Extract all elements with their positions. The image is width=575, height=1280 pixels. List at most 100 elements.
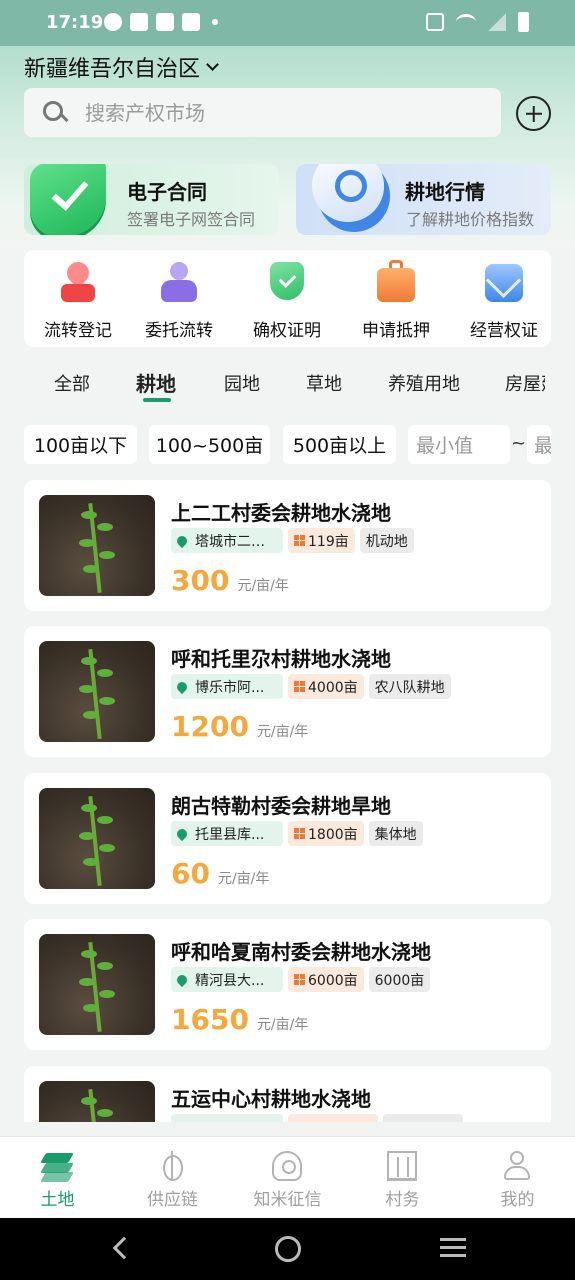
area-tag: 1800亩 <box>288 821 364 846</box>
layers-icon <box>40 1151 74 1182</box>
e-contract-card[interactable]: 电子合同 签署电子网签合同 <box>24 164 279 235</box>
filter-chip-100-500[interactable]: 100~500亩 <box>149 425 270 464</box>
farmland-photo <box>39 495 155 596</box>
grid-icon <box>294 974 305 985</box>
service-mortgage-application[interactable]: 申请抵押 <box>346 260 446 344</box>
nav-label: 知米征信 <box>253 1190 322 1210</box>
listing-title: 上二工村委会耕地水浇地 <box>171 501 391 525</box>
tab-buildings[interactable]: 房屋建筑 <box>505 370 545 396</box>
location-tag: 博乐市阿... <box>171 674 283 699</box>
nav-label: 我的 <box>500 1190 535 1210</box>
mail-notification-icon <box>182 13 200 31</box>
listing-tags: 托里县库... 1800亩 集体地 <box>171 821 423 846</box>
nav-credit[interactable]: 知米征信 <box>230 1151 345 1211</box>
nav-supply-chain[interactable]: 供应链 <box>115 1151 230 1211</box>
search-icon <box>43 100 67 125</box>
listing-card[interactable]: 呼和托里尕村耕地水浇地 博乐市阿... 4000亩 农八队耕地 1200 元/亩… <box>24 626 551 757</box>
price-unit: 元/亩/年 <box>237 578 289 594</box>
service-transfer-registration[interactable]: 流转登记 <box>28 257 128 344</box>
user-icon <box>502 1151 532 1181</box>
wheat-icon <box>163 1151 187 1181</box>
price-row: 300 元/亩/年 <box>171 564 289 597</box>
envelope-icon <box>485 260 523 306</box>
farmland-market-card[interactable]: 耕地行情 了解耕地价格指数 <box>296 164 551 235</box>
location-pin-icon <box>174 972 190 987</box>
chevron-down-icon <box>206 57 219 71</box>
location-tag <box>171 1114 283 1122</box>
search-input[interactable] <box>85 100 465 125</box>
mail-notification-icon <box>130 13 148 31</box>
tab-all[interactable]: 全部 <box>54 370 90 396</box>
feature-subtitle: 了解耕地价格指数 <box>406 210 535 229</box>
listing-card[interactable]: 呼和哈夏南村委会耕地水浇地 精河县大... 6000亩 6000亩 1650 元… <box>24 919 551 1050</box>
wifi-icon <box>456 14 476 30</box>
service-ownership-certificate[interactable]: 确权证明 <box>237 260 337 344</box>
app-notification-icon <box>104 13 122 31</box>
briefcase-icon <box>377 260 415 306</box>
location-tag: 托里县库... <box>171 821 283 846</box>
service-label: 申请抵押 <box>362 321 430 341</box>
status-bar: 17:19 <box>0 0 575 46</box>
max-area-input[interactable]: 最大值 <box>527 425 551 464</box>
nav-village-affairs[interactable]: 村务 <box>345 1151 460 1211</box>
listing-list: 上二工村委会耕地水浇地 塔城市二工镇 119亩 机动地 300 元/亩/年 呼和… <box>0 478 575 1122</box>
home-icon[interactable] <box>275 1236 301 1262</box>
location-pin-icon <box>174 826 190 841</box>
farmland-photo <box>39 641 155 742</box>
min-area-input[interactable]: 最小值 <box>408 425 510 464</box>
back-icon[interactable] <box>112 1236 136 1260</box>
region-selector[interactable]: 新疆维吾尔自治区 <box>24 51 219 83</box>
listing-card[interactable]: 朗古特勒村委会耕地旱地 托里县库... 1800亩 集体地 60 元/亩/年 <box>24 773 551 904</box>
area-tag: 4000亩 <box>288 674 364 699</box>
nav-land[interactable]: 土地 <box>0 1151 115 1211</box>
price-row: 60 元/亩/年 <box>171 857 269 890</box>
listing-price: 60 <box>171 857 210 890</box>
mail-notification-icon <box>156 13 174 31</box>
service-label: 流转登记 <box>44 321 112 341</box>
feature-title: 电子合同 <box>127 180 207 204</box>
location-pin-icon <box>59 257 97 306</box>
listing-card[interactable]: 上二工村委会耕地水浇地 塔城市二工镇 119亩 机动地 300 元/亩/年 <box>24 480 551 611</box>
price-unit: 元/亩/年 <box>217 871 270 887</box>
disk-icon <box>302 164 396 235</box>
tab-farmland[interactable]: 耕地 <box>136 368 176 397</box>
price-row: 1200 元/亩/年 <box>171 710 308 743</box>
listing-card[interactable]: 五运中心村耕地水浇地 <box>24 1066 551 1122</box>
farmland-photo <box>39 934 155 1035</box>
service-operation-certificate[interactable]: 经营权证 <box>454 260 554 344</box>
location-tag: 塔城市二工镇 <box>171 528 283 553</box>
tab-grassland[interactable]: 草地 <box>306 370 342 396</box>
listing-price: 1650 <box>171 1003 249 1036</box>
system-navigation-bar <box>0 1218 575 1280</box>
service-entrusted-transfer[interactable]: 委托流转 <box>129 260 229 344</box>
price-row: 1650 元/亩/年 <box>171 1003 308 1036</box>
area-tag: 6000亩 <box>288 967 364 992</box>
location-pin-icon <box>174 679 190 694</box>
service-label: 确权证明 <box>253 321 321 341</box>
listing-tags: 塔城市二工镇 119亩 机动地 <box>171 528 414 553</box>
more-notifications-icon <box>212 19 218 25</box>
service-grid: 流转登记 委托流转 确权证明 申请抵押 经营权证 <box>24 250 551 347</box>
nav-label: 供应链 <box>147 1190 198 1210</box>
nav-label: 土地 <box>40 1190 75 1210</box>
filter-chip-under-100[interactable]: 100亩以下 <box>24 425 137 464</box>
region-label: 新疆维吾尔自治区 <box>24 57 201 82</box>
range-separator: ~ <box>511 433 527 454</box>
recent-apps-icon[interactable] <box>440 1238 466 1258</box>
person-icon <box>160 260 198 306</box>
service-label: 委托流转 <box>145 321 213 341</box>
filter-chip-over-500[interactable]: 500亩以上 <box>283 425 396 464</box>
listing-tags <box>171 1114 463 1122</box>
add-button[interactable] <box>516 96 551 131</box>
grid-icon <box>294 535 305 546</box>
grid-icon <box>294 681 305 692</box>
listing-title: 朗古特勒村委会耕地旱地 <box>171 794 391 818</box>
nav-profile[interactable]: 我的 <box>460 1151 575 1211</box>
notification-icons <box>104 13 218 31</box>
tab-orchard[interactable]: 园地 <box>224 370 260 396</box>
price-unit: 元/亩/年 <box>256 1017 309 1033</box>
search-bar[interactable] <box>24 88 501 137</box>
tab-aquaculture[interactable]: 养殖用地 <box>388 370 460 396</box>
badge-icon <box>272 1151 302 1181</box>
vibrate-icon <box>426 13 444 31</box>
